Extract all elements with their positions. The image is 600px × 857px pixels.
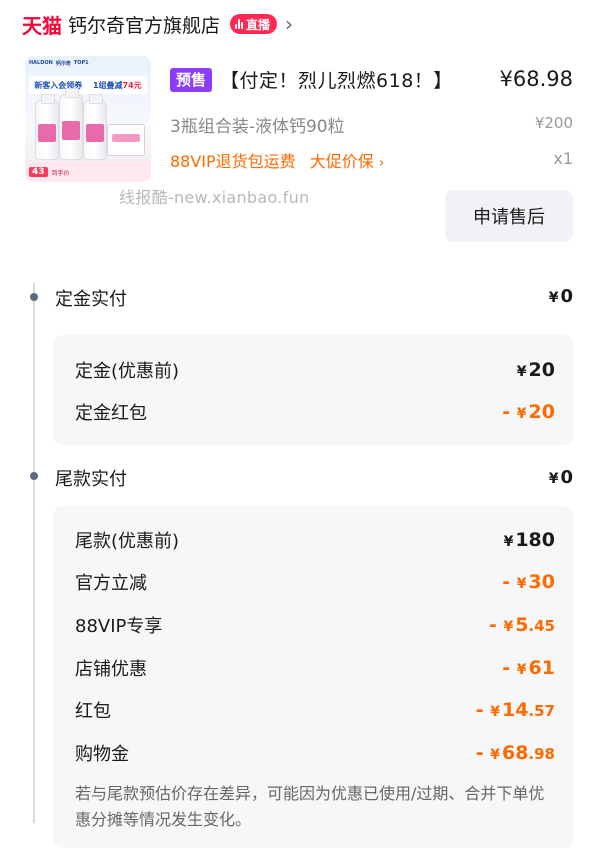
watermark: 线报酷-new.xianbao.fun (119, 188, 310, 207)
chevron-right-icon[interactable]: › (285, 12, 293, 36)
live-badge[interactable]: 直播 (230, 14, 278, 34)
product-variant: 3瓶组合装-液体钙90粒 (170, 117, 345, 137)
image-price: 43 (29, 167, 48, 177)
product-image[interactable]: HALDON 钙尔奇 TOP1 新客入会领券 1组叠减74元 43 到手价 (25, 56, 151, 182)
original-price: ¥200 (534, 114, 573, 132)
store-name[interactable]: 钙尔奇官方旗舰店 (68, 11, 220, 38)
service-tags[interactable]: 88VIP退货包运费 大促价保 › (170, 148, 384, 172)
live-badge-label: 直播 (246, 17, 271, 32)
bottle-graphic (83, 94, 107, 160)
balance-row-label: 88VIP专享 (75, 616, 163, 637)
product-price: ¥68.98 (499, 67, 573, 91)
balance-row-label: 购物金 (75, 744, 129, 765)
balance-row-value: - ¥14.57 (475, 699, 555, 721)
deposit-section-title: 定金实付 (55, 289, 127, 310)
balance-row-label: 尾款(优惠前) (75, 531, 180, 552)
image-price-text: 到手价 (51, 169, 70, 177)
currency-symbol: ¥ (548, 471, 559, 487)
chevron-right-icon: › (378, 155, 385, 171)
balance-paid-value: ¥0 (549, 467, 573, 488)
box-graphic (107, 124, 145, 156)
product-image-price-strip: 43 到手价 (25, 162, 151, 182)
image-banner-right: 1组叠减 (92, 80, 123, 90)
deposit-paid-value: ¥0 (549, 286, 573, 307)
timeline-dot-icon (30, 293, 38, 301)
balance-row-value: - ¥61 (502, 657, 555, 679)
tmall-logo: 天猫 (22, 13, 62, 38)
image-logo-text: TOP1 (73, 60, 89, 66)
bottle-graphic (35, 94, 59, 160)
currency-symbol: ¥ (548, 290, 559, 306)
deposit-row-value: - ¥20 (502, 401, 555, 423)
product-image-banner: 新客入会领券 1组叠减74元 (29, 76, 147, 94)
live-bars-icon (235, 19, 244, 29)
product-title-row[interactable]: 预售 【付定！烈儿烈燃618！】 (170, 66, 453, 93)
balance-paid-amount: 0 (560, 467, 573, 488)
balance-row-value: - ¥5.45 (488, 614, 555, 636)
apply-after-sale-button[interactable]: 申请售后 (445, 190, 573, 242)
balance-row-label: 红包 (75, 701, 111, 722)
image-logo-text: HALDON (29, 60, 53, 66)
balance-row-label: 店铺优惠 (75, 659, 147, 680)
deposit-row-label: 定金红包 (75, 403, 147, 424)
deposit-row-label: 定金(优惠前) (75, 361, 180, 382)
quantity: x1 (553, 149, 573, 168)
balance-note: 若与尾款预估价存在差异，可能因为优惠已使用/过期、合并下单优惠分摊等情况发生变化… (75, 784, 545, 829)
service-price-protect-label: 大促价保 (309, 152, 374, 171)
product-title[interactable]: 【付定！烈儿烈燃618！】 (220, 66, 453, 93)
image-logo-text: 钙尔奇 (55, 61, 71, 67)
deposit-row-value: ¥20 (516, 359, 555, 381)
balance-row-value: - ¥30 (502, 571, 555, 593)
bottle-graphic (59, 88, 83, 160)
service-price-protect[interactable]: 大促价保 › (310, 148, 385, 172)
store-header[interactable]: 天猫 钙尔奇官方旗舰店 直播 › (22, 8, 293, 40)
balance-row-value: ¥180 (503, 529, 555, 551)
balance-row-value: - ¥68.98 (475, 742, 555, 764)
service-free-return[interactable]: 88VIP退货包运费 (170, 148, 296, 172)
image-banner-amount: 74元 (122, 80, 142, 90)
balance-section-title: 尾款实付 (55, 469, 127, 490)
balance-row-label: 官方立减 (75, 573, 147, 594)
deposit-detail-card (53, 335, 574, 445)
deposit-paid-amount: 0 (560, 286, 573, 307)
timeline-dot-icon (30, 472, 38, 480)
presale-tag: 预售 (170, 67, 213, 92)
product-image-logos: HALDON 钙尔奇 TOP1 (29, 60, 147, 72)
timeline-line (33, 283, 35, 823)
